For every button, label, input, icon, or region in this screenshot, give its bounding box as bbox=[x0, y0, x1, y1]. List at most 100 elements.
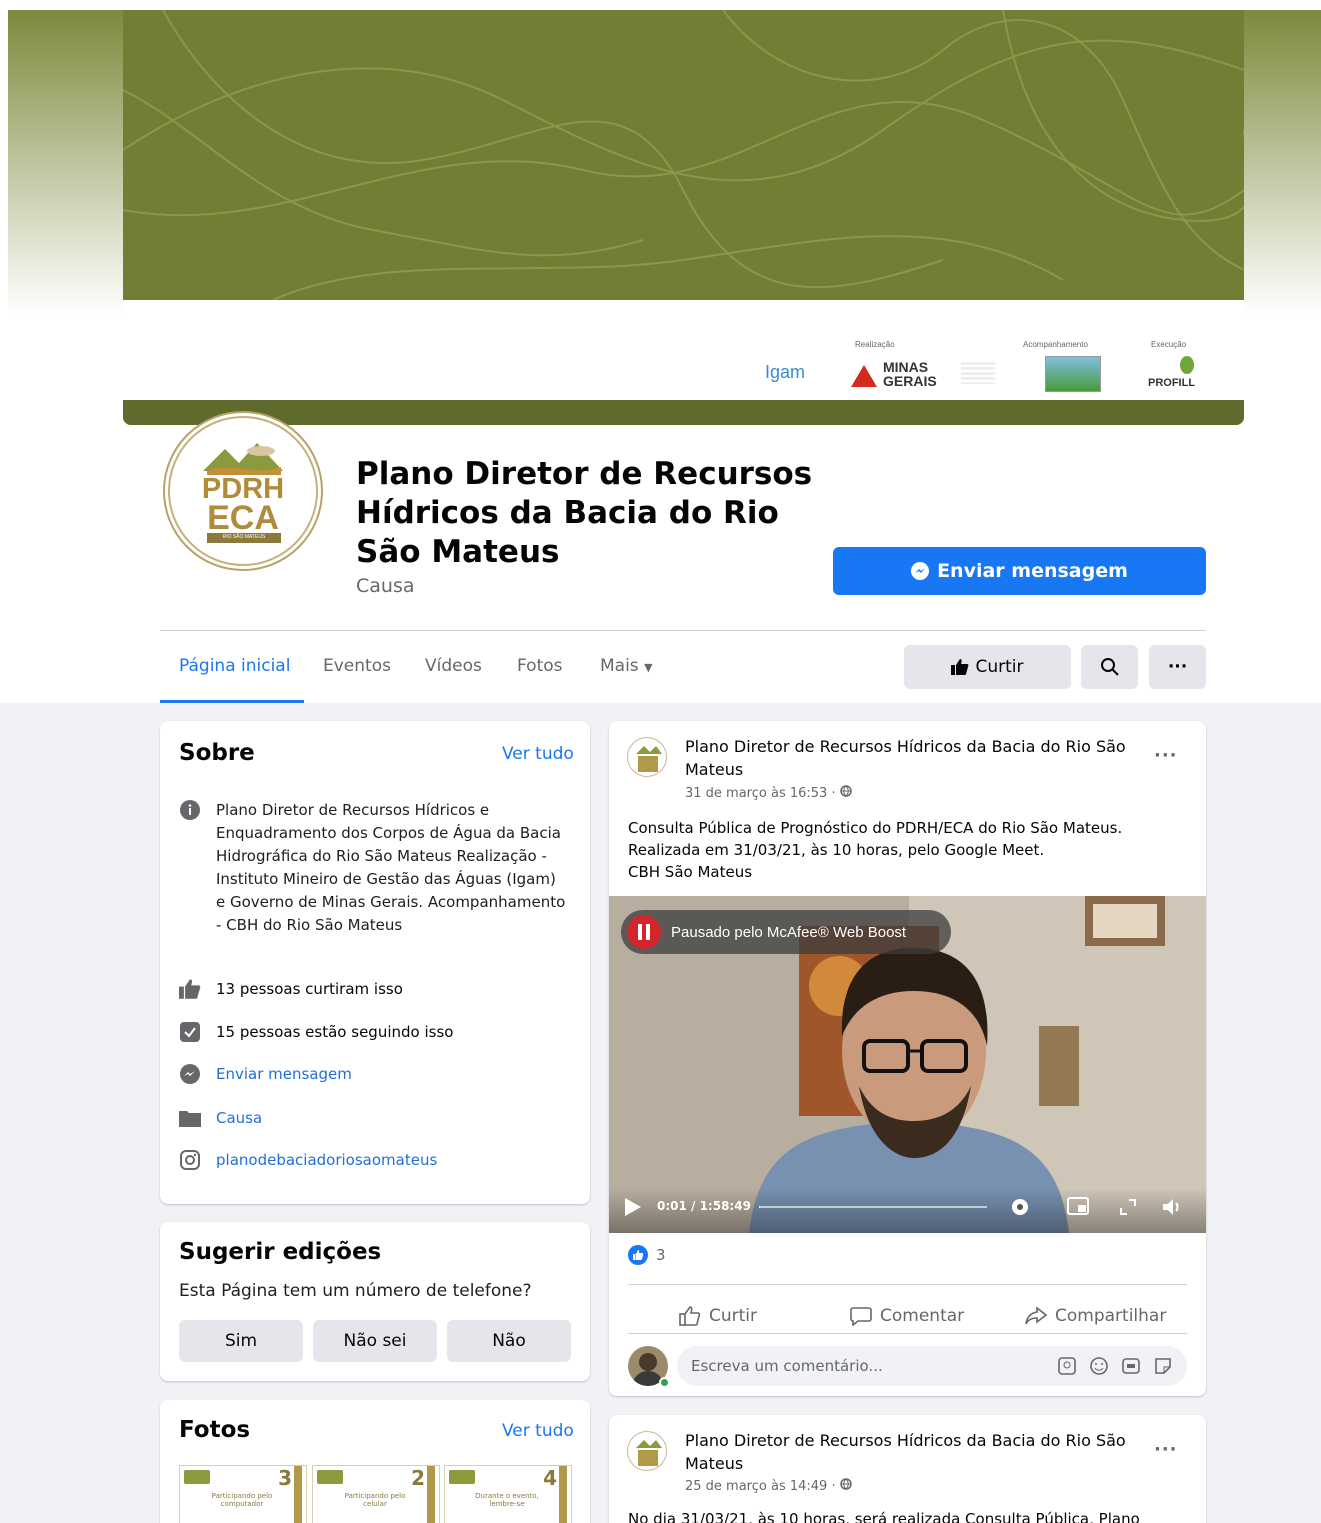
suggest-question: Esta Página tem um número de telefone? bbox=[179, 1281, 532, 1301]
tab-photos[interactable]: Fotos bbox=[517, 656, 563, 676]
instagram-icon bbox=[178, 1149, 202, 1171]
post-author[interactable]: Plano Diretor de Recursos Hídricos da Ba… bbox=[685, 1429, 1145, 1475]
thumbs-up-icon bbox=[951, 659, 969, 675]
post-like-label: Curtir bbox=[709, 1306, 758, 1326]
play-icon[interactable] bbox=[625, 1198, 641, 1216]
reaction-count: 3 bbox=[656, 1246, 666, 1264]
post-date-text: 25 de março às 14:49 · bbox=[685, 1479, 840, 1494]
post-tag-link[interactable]: CBH São Mateus bbox=[628, 861, 752, 883]
photo-thumbnail[interactable]: 2 Participando pelo celular bbox=[312, 1465, 440, 1523]
tab-more-label: Mais bbox=[600, 656, 639, 676]
minas-gerais-logo-line2: GERAIS bbox=[883, 373, 937, 389]
about-category-row[interactable]: Causa bbox=[178, 1107, 262, 1130]
sticker-icon[interactable] bbox=[1153, 1356, 1173, 1376]
profill-leaf-icon bbox=[1180, 356, 1194, 374]
profile-avatar[interactable]: PDRH ECA RIO SÃO MATEUS bbox=[163, 411, 323, 571]
about-instagram-row[interactable]: planodebaciadoriosaomateus bbox=[178, 1149, 437, 1172]
cbh-logo bbox=[1045, 356, 1101, 392]
post-author[interactable]: Plano Diretor de Recursos Hídricos da Ba… bbox=[685, 735, 1145, 781]
post-date-text: 31 de março às 16:53 · bbox=[685, 786, 840, 801]
suggest-no-button[interactable]: Não bbox=[447, 1320, 571, 1362]
about-card: Sobre Ver tudo Plano Diretor de Recursos… bbox=[160, 721, 590, 1204]
photo-caption: Durante o evento, lembre-se bbox=[475, 1492, 539, 1508]
post-avatar[interactable] bbox=[627, 1431, 667, 1471]
avatar-band-text: RIO SÃO MATEUS bbox=[222, 534, 266, 540]
search-button[interactable] bbox=[1081, 645, 1138, 689]
photo-thumbnail[interactable]: 3 Participando pelo computador bbox=[179, 1465, 307, 1523]
post-like-button[interactable]: Curtir bbox=[679, 1306, 757, 1326]
pdrh-eca-logo-icon bbox=[636, 746, 662, 772]
tab-more[interactable]: Mais ▼ bbox=[600, 656, 653, 676]
about-send-message-link[interactable]: Enviar mensagem bbox=[216, 1063, 352, 1086]
post-card: Plano Diretor de Recursos Hídricos da Ba… bbox=[609, 1415, 1206, 1523]
thumbs-up-outline-icon bbox=[679, 1306, 701, 1326]
post-card: Plano Diretor de Recursos Hídricos da Ba… bbox=[609, 721, 1206, 1396]
post-date[interactable]: 25 de março às 14:49 · bbox=[685, 1478, 852, 1494]
comment-input[interactable]: Escreva um comentário... bbox=[677, 1346, 1187, 1386]
minas-gerais-triangle-icon bbox=[851, 365, 877, 387]
more-dots-icon: ··· bbox=[1167, 657, 1188, 677]
pdrh-eca-logo-icon bbox=[636, 1440, 662, 1466]
caption-acompanhamento: Acompanhamento bbox=[1023, 340, 1088, 349]
online-status-dot bbox=[659, 1377, 670, 1388]
paused-banner: Pausado pelo McAfee® Web Boost bbox=[621, 910, 951, 954]
search-icon bbox=[1100, 658, 1119, 676]
avatar-sticker-icon[interactable] bbox=[1057, 1356, 1077, 1376]
post-text: No dia 31/03/21, às 10 horas, será reali… bbox=[628, 1510, 1140, 1523]
messenger-icon bbox=[911, 562, 930, 580]
tab-home[interactable]: Página inicial bbox=[179, 656, 290, 676]
about-send-message-row[interactable]: Enviar mensagem bbox=[178, 1063, 352, 1086]
tab-videos[interactable]: Vídeos bbox=[425, 656, 482, 676]
video-progress-track[interactable] bbox=[759, 1206, 987, 1208]
suggest-dont-know-button[interactable]: Não sei bbox=[313, 1320, 437, 1362]
post-options-button[interactable]: ··· bbox=[1154, 745, 1178, 766]
caption-execucao: Execução bbox=[1151, 340, 1187, 349]
page-header: Realização Acompanhamento Execução Igam … bbox=[0, 0, 1321, 703]
about-instagram-link[interactable]: planodebaciadoriosaomateus bbox=[216, 1149, 437, 1172]
comment-placeholder: Escreva um comentário... bbox=[691, 1357, 883, 1375]
video-player[interactable]: Pausado pelo McAfee® Web Boost 0:01 / 1:… bbox=[609, 896, 1206, 1233]
about-description-row: Plano Diretor de Recursos Hídricos e Enq… bbox=[178, 799, 568, 937]
post-comment-label: Comentar bbox=[880, 1306, 965, 1326]
avatar-text-eca: ECA bbox=[207, 499, 279, 537]
fullscreen-icon[interactable] bbox=[1119, 1198, 1137, 1216]
gif-icon[interactable] bbox=[1121, 1356, 1141, 1376]
emoji-icon[interactable] bbox=[1089, 1356, 1109, 1376]
post-share-label: Compartilhar bbox=[1055, 1306, 1167, 1326]
photo-number: 2 bbox=[411, 1466, 425, 1490]
photo-thumbnail[interactable]: 4 Durante o evento, lembre-se bbox=[444, 1465, 572, 1523]
picture-in-picture-icon[interactable] bbox=[1067, 1197, 1089, 1215]
cover-logos-band: Realização Acompanhamento Execução Igam … bbox=[123, 300, 1244, 400]
post-text: Consulta Pública de Prognóstico do PDRH/… bbox=[628, 819, 1123, 859]
folder-icon bbox=[178, 1107, 202, 1129]
photo-number: 3 bbox=[278, 1466, 292, 1490]
cover-photo[interactable]: Realização Acompanhamento Execução Igam … bbox=[123, 10, 1244, 425]
suggest-yes-button[interactable]: Sim bbox=[179, 1320, 303, 1362]
like-reaction-icon bbox=[628, 1245, 648, 1265]
tab-events[interactable]: Eventos bbox=[323, 656, 391, 676]
caret-down-icon: ▼ bbox=[644, 661, 653, 674]
photos-see-all-link[interactable]: Ver tudo bbox=[502, 1421, 574, 1441]
post-reactions[interactable]: 3 bbox=[628, 1245, 666, 1265]
post-avatar[interactable] bbox=[627, 737, 667, 777]
about-see-all-link[interactable]: Ver tudo bbox=[502, 744, 574, 764]
comment-icon bbox=[850, 1307, 872, 1326]
cover-blur-right bbox=[1243, 10, 1321, 315]
post-options-button[interactable]: ··· bbox=[1154, 1439, 1178, 1460]
photo-number: 4 bbox=[543, 1466, 557, 1490]
photo-caption: Participando pelo computador bbox=[211, 1492, 273, 1508]
globe-icon bbox=[839, 1478, 852, 1494]
page-category[interactable]: Causa bbox=[356, 575, 415, 597]
about-description: Plano Diretor de Recursos Hídricos e Enq… bbox=[216, 801, 566, 934]
settings-gear-icon[interactable] bbox=[1009, 1196, 1031, 1218]
like-page-button[interactable]: Curtir bbox=[904, 645, 1071, 689]
photo-caption: Participando pelo celular bbox=[344, 1492, 406, 1508]
post-share-button[interactable]: Compartilhar bbox=[1025, 1306, 1166, 1326]
about-category-link[interactable]: Causa bbox=[216, 1107, 262, 1130]
post-date[interactable]: 31 de março às 16:53 · bbox=[685, 785, 852, 801]
volume-icon[interactable] bbox=[1161, 1197, 1183, 1217]
video-progress-fill bbox=[759, 1206, 760, 1208]
more-options-button[interactable]: ··· bbox=[1149, 645, 1206, 689]
post-comment-button[interactable]: Comentar bbox=[850, 1306, 964, 1326]
send-message-button[interactable]: Enviar mensagem bbox=[833, 547, 1206, 595]
